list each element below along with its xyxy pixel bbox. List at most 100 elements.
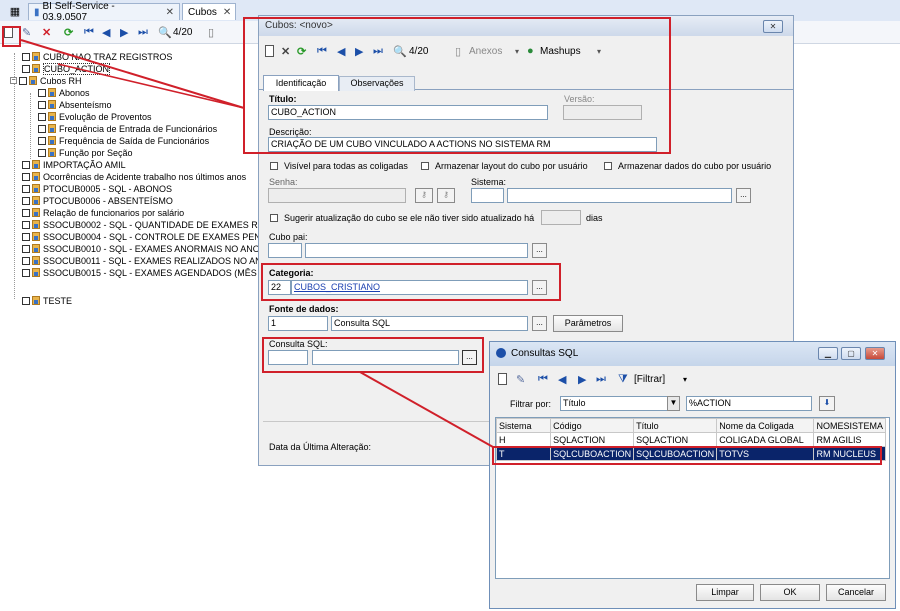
checkbox[interactable] (22, 160, 30, 169)
tree-item[interactable]: IMPORTAÇÃO AMIL (22, 159, 126, 170)
checkbox[interactable] (38, 112, 46, 121)
tree-item[interactable]: Frequência de Saída de Funcionários (38, 135, 209, 146)
table-row[interactable]: H SQLACTION SQLACTION COLIGADA GLOBAL RM… (495, 432, 886, 447)
ok-button[interactable]: OK (760, 584, 820, 601)
tree-item[interactable]: CUBO_ACTION (22, 62, 111, 75)
cubo-pai-code-input[interactable] (268, 243, 302, 258)
key-icon[interactable]: ⚷ (415, 188, 433, 203)
tree-item[interactable]: Relação de funcionarios por salário (22, 207, 184, 218)
tree-item[interactable]: SSOCUB0002 - SQL - QUANTIDADE DE EXAMES … (22, 219, 264, 230)
checkbox[interactable] (22, 172, 30, 181)
delete-icon[interactable]: ✕ (42, 24, 51, 40)
tree-item[interactable]: TESTE (22, 295, 72, 306)
sistema-input[interactable] (507, 188, 732, 203)
filter-icon[interactable]: ⧩ (618, 371, 628, 387)
cube-icon (32, 184, 40, 193)
checkbox[interactable] (22, 196, 30, 205)
apply-filter-icon[interactable]: ⬇ (819, 396, 835, 411)
last-record-icon[interactable]: ⏭ (138, 24, 148, 40)
edit-icon[interactable]: ✎ (516, 371, 525, 387)
checkbox[interactable] (22, 256, 30, 265)
sistema-lookup-button[interactable]: ... (736, 188, 751, 203)
edit-icon[interactable]: ✎ (22, 24, 31, 40)
tree-item[interactable]: SSOCUB0011 - SQL - EXAMES REALIZADOS NO … (22, 255, 262, 266)
tree-item[interactable]: Abonos (38, 87, 90, 98)
tree-item[interactable]: Absenteísmo (38, 99, 112, 110)
parametros-button[interactable]: Parâmetros (553, 315, 623, 332)
first-record-icon[interactable]: ⏮ (538, 371, 548, 387)
tree-item[interactable]: SSOCUB0010 - SQL - EXAMES ANORMAIS NO AN… (22, 243, 260, 254)
collapse-icon[interactable]: − (10, 77, 17, 84)
limpar-button[interactable]: Limpar (696, 584, 754, 601)
checkbox[interactable] (22, 52, 30, 61)
checkbox[interactable] (38, 88, 46, 97)
tab-cubos[interactable]: Cubos ✕ (182, 3, 236, 20)
sistema-code-input[interactable] (471, 188, 504, 203)
cancelar-button[interactable]: Cancelar (826, 584, 886, 601)
next-record-icon[interactable]: ▶ (120, 24, 128, 40)
refresh-icon[interactable]: ⟳ (64, 24, 73, 40)
cube-icon (32, 64, 40, 73)
checkbox[interactable] (22, 64, 30, 73)
armazenar-layout-checkbox[interactable] (421, 162, 429, 170)
new-icon[interactable] (498, 371, 507, 387)
close-icon[interactable]: ✕ (763, 20, 783, 33)
window-menu-icon[interactable]: ▦ (8, 3, 22, 19)
filtrar-por-select[interactable]: Título (560, 396, 680, 411)
last-record-icon[interactable]: ⏭ (596, 371, 606, 387)
filter-text-input[interactable]: %ACTION (686, 396, 812, 411)
tree-item[interactable]: − Cubos RH (10, 75, 82, 86)
chevron-down-icon[interactable]: ▼ (667, 396, 680, 411)
maximize-icon[interactable]: ▢ (841, 347, 861, 360)
column-header[interactable]: Nome da Coligada (716, 418, 815, 433)
attachments-icon[interactable]: ▯ (208, 24, 214, 40)
cubo-pai-input[interactable] (305, 243, 528, 258)
minimize-icon[interactable]: ▁ (818, 347, 838, 360)
checkbox[interactable] (22, 296, 30, 305)
tree-item[interactable]: SSOCUB0015 - SQL - EXAMES AGENDADOS (MÊS (22, 267, 257, 278)
column-header[interactable]: Código (550, 418, 635, 433)
checkbox[interactable] (19, 76, 27, 85)
column-header[interactable]: NOMESISTEMA (813, 418, 886, 433)
tree-item[interactable]: SSOCUB0004 - SQL - CONTROLE DE EXAMES PE… (22, 231, 261, 242)
previous-record-icon[interactable]: ◀ (102, 24, 110, 40)
tab-bi-self-service[interactable]: ▮ BI Self-Service - 03.9.0507 ✕ (28, 1, 180, 23)
key-icon[interactable]: ⚷ (437, 188, 455, 203)
close-icon[interactable]: ✕ (865, 347, 885, 360)
first-record-icon[interactable]: ⏮ (84, 24, 94, 40)
tree-item[interactable]: PTOCUB0006 - ABSENTEÍSMO (22, 195, 173, 206)
dias-input[interactable] (541, 210, 581, 225)
find-icon[interactable]: 🔍 (158, 24, 172, 40)
armazenar-dados-checkbox[interactable] (604, 162, 612, 170)
checkbox[interactable] (38, 124, 46, 133)
tree-item[interactable]: PTOCUB0005 - SQL - ABONOS (22, 183, 172, 194)
checkbox[interactable] (22, 232, 30, 241)
tree-item[interactable]: Evolução de Proventos (38, 111, 152, 122)
tree-item[interactable]: Frequência de Entrada de Funcionários (38, 123, 217, 134)
tree-item[interactable]: CUBO NAO TRAZ REGISTROS (22, 51, 172, 62)
tree-item[interactable]: Ocorrências de Acidente trabalho nos últ… (22, 171, 246, 182)
previous-record-icon[interactable]: ◀ (558, 371, 566, 387)
tree-item[interactable]: Função por Seção (38, 147, 133, 158)
column-header[interactable]: Título (633, 418, 718, 433)
close-icon[interactable]: ✕ (223, 7, 231, 18)
checkbox[interactable] (22, 268, 30, 277)
checkbox[interactable] (22, 220, 30, 229)
close-icon[interactable]: ✕ (166, 7, 174, 18)
cubo-pai-lookup-button[interactable]: ... (532, 243, 547, 258)
next-record-icon[interactable]: ▶ (578, 371, 586, 387)
fonte-lookup-button[interactable]: ... (532, 316, 547, 331)
filtrar-button[interactable]: [Filtrar] (634, 371, 665, 387)
fonte-code-input[interactable]: 1 (268, 316, 328, 331)
checkbox[interactable] (38, 136, 46, 145)
checkbox[interactable] (22, 208, 30, 217)
checkbox[interactable] (22, 244, 30, 253)
visivel-checkbox[interactable] (270, 162, 278, 170)
dropdown-arrow-icon[interactable]: ▾ (683, 371, 687, 387)
checkbox[interactable] (38, 100, 46, 109)
sugerir-checkbox[interactable] (270, 214, 278, 222)
checkbox[interactable] (22, 184, 30, 193)
checkbox[interactable] (38, 148, 46, 157)
fonte-input[interactable]: Consulta SQL (331, 316, 528, 331)
column-header[interactable]: Sistema (495, 418, 552, 433)
